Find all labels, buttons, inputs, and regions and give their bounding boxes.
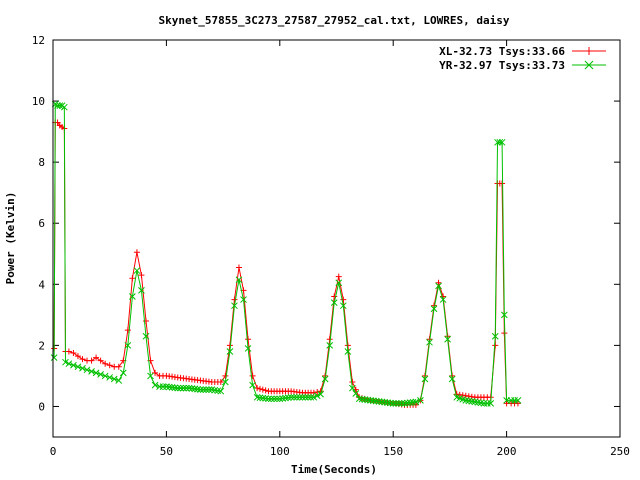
- legend: XL-32.73 Tsys:33.66YR-32.97 Tsys:33.73: [439, 45, 606, 72]
- y-tick-label: 12: [32, 34, 45, 47]
- data-point: [70, 361, 77, 369]
- data-point: [65, 348, 72, 355]
- data-point: [83, 366, 91, 374]
- tick-labels: 0 50 100 150 200 250 0 2 4 6 8 10 12: [32, 34, 630, 458]
- y-tick-label: 6: [38, 217, 45, 230]
- data-point: [115, 377, 123, 384]
- data-point: [92, 369, 100, 377]
- data-point: [235, 264, 242, 271]
- series-layer: [50, 100, 522, 408]
- x-axis-label: Time(Seconds): [291, 463, 377, 476]
- data-point: [70, 350, 77, 357]
- data-point: [585, 47, 593, 55]
- data-point: [102, 360, 109, 367]
- y-tick-label: 4: [38, 278, 45, 291]
- data-point: [110, 375, 118, 383]
- data-point: [88, 357, 95, 364]
- tick-marks: [52, 39, 621, 437]
- data-point: [88, 367, 95, 375]
- data-point: [97, 357, 104, 364]
- data-point: [245, 336, 252, 343]
- data-point: [129, 275, 136, 282]
- chart-title: Skynet_57855_3C273_27587_27952_cal.txt, …: [159, 14, 510, 27]
- data-point: [262, 387, 269, 394]
- data-point: [335, 273, 342, 280]
- data-point: [231, 296, 238, 303]
- data-point: [101, 372, 109, 380]
- data-point: [133, 249, 140, 256]
- x-tick-label: 150: [383, 445, 403, 458]
- data-point: [259, 386, 266, 393]
- y-tick-label: 0: [38, 400, 45, 413]
- data-point: [74, 353, 81, 360]
- data-point: [106, 374, 114, 381]
- x-tick-label: 0: [50, 445, 57, 458]
- data-point: [106, 362, 113, 369]
- x-tick-label: 250: [610, 445, 630, 458]
- x-tick-label: 100: [270, 445, 290, 458]
- data-point: [256, 385, 263, 392]
- y-tick-label: 10: [32, 95, 45, 108]
- data-point: [97, 371, 104, 378]
- data-point: [249, 372, 256, 379]
- data-point: [151, 381, 159, 389]
- legend-label: XL-32.73 Tsys:33.66: [439, 45, 565, 58]
- x-tick-label: 200: [497, 445, 517, 458]
- plot-frame: [52, 39, 621, 438]
- chart: Skynet_57855_3C273_27587_27952_cal.txt, …: [4, 14, 630, 476]
- data-point: [79, 356, 86, 363]
- data-point: [79, 364, 86, 372]
- data-point: [93, 354, 100, 361]
- legend-label: YR-32.97 Tsys:33.73: [439, 59, 565, 72]
- x-tick-label: 50: [160, 445, 173, 458]
- y-axis-label: Power (Kelvin): [4, 192, 17, 285]
- y-tick-label: 2: [38, 339, 45, 352]
- data-point: [74, 363, 82, 371]
- y-tick-label: 8: [38, 156, 45, 169]
